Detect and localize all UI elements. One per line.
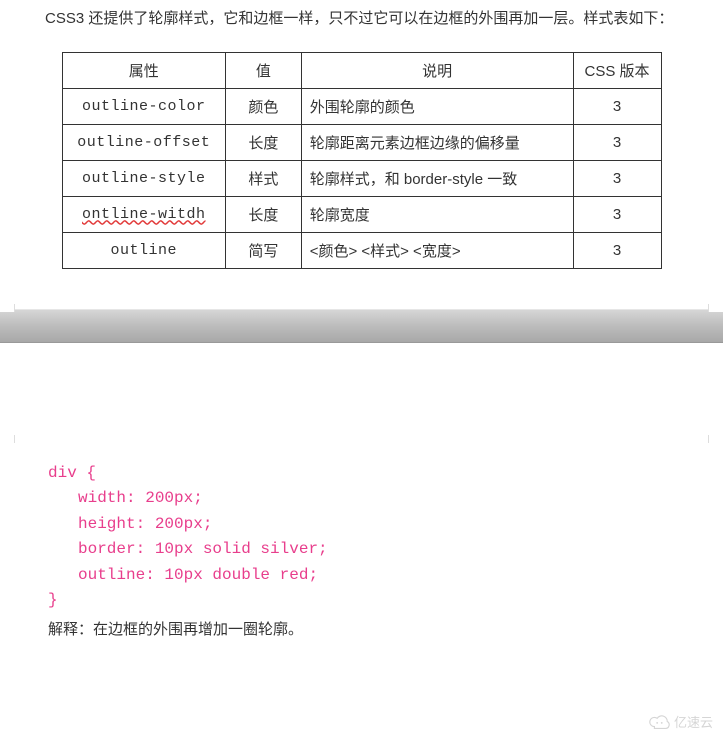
spacer <box>0 343 723 443</box>
cell-desc: <颜色> <样式> <宽度> <box>301 232 573 268</box>
intro-paragraph: CSS3 还提供了轮廓样式，它和边框一样，只不过它可以在边框的外围再加一层。样式… <box>0 0 723 52</box>
cell-prop: outline-color <box>62 88 226 124</box>
cell-val: 长度 <box>226 124 302 160</box>
cell-ver: 3 <box>573 232 661 268</box>
col-desc: 说明 <box>301 52 573 88</box>
table-row: outline简写<颜色> <样式> <宽度>3 <box>62 232 661 268</box>
table-row: outline-offset长度轮廓距离元素边框边缘的偏移量3 <box>62 124 661 160</box>
cell-desc: 轮廓距离元素边框边缘的偏移量 <box>301 124 573 160</box>
table-row: ontline-witdh长度轮廓宽度3 <box>62 196 661 232</box>
cell-prop: outline-style <box>62 160 226 196</box>
cell-val: 颜色 <box>226 88 302 124</box>
cell-val: 样式 <box>226 160 302 196</box>
cell-desc: 轮廓宽度 <box>301 196 573 232</box>
explain-text: 解释：在边框的外围再增加一圈轮廓。 <box>0 614 723 639</box>
table-row: outline-color颜色外围轮廓的颜色3 <box>62 88 661 124</box>
cell-prop: outline <box>62 232 226 268</box>
table-row: outline-style样式轮廓样式，和 border-style 一致3 <box>62 160 661 196</box>
cell-prop: outline-offset <box>62 124 226 160</box>
code-line: width: 200px; <box>48 486 723 512</box>
cell-ver: 3 <box>573 88 661 124</box>
cell-desc: 外围轮廓的颜色 <box>301 88 573 124</box>
watermark-text: 亿速云 <box>674 712 713 731</box>
cell-val: 长度 <box>226 196 302 232</box>
cell-desc: 轮廓样式，和 border-style 一致 <box>301 160 573 196</box>
cell-val: 简写 <box>226 232 302 268</box>
col-ver: CSS 版本 <box>573 52 661 88</box>
code-line: outline: 10px double red; <box>48 563 723 589</box>
outline-properties-table: 属性 值 说明 CSS 版本 outline-color颜色外围轮廓的颜色3ou… <box>62 52 662 269</box>
code-line: border: 10px solid silver; <box>48 537 723 563</box>
cell-prop: ontline-witdh <box>62 196 226 232</box>
code-line: height: 200px; <box>48 512 723 538</box>
col-prop: 属性 <box>62 52 226 88</box>
cell-ver: 3 <box>573 124 661 160</box>
cell-ver: 3 <box>573 160 661 196</box>
cell-ver: 3 <box>573 196 661 232</box>
code-example: div { width: 200px; height: 200px; borde… <box>0 443 723 615</box>
code-line: div { <box>48 461 723 487</box>
section-divider <box>0 309 723 343</box>
watermark: 亿速云 <box>648 712 713 731</box>
code-line: } <box>48 588 723 614</box>
cloud-icon <box>648 713 670 731</box>
intro-text: CSS3 还提供了轮廓样式，它和边框一样，只不过它可以在边框的外围再加一层。样式… <box>15 6 708 32</box>
col-val: 值 <box>226 52 302 88</box>
